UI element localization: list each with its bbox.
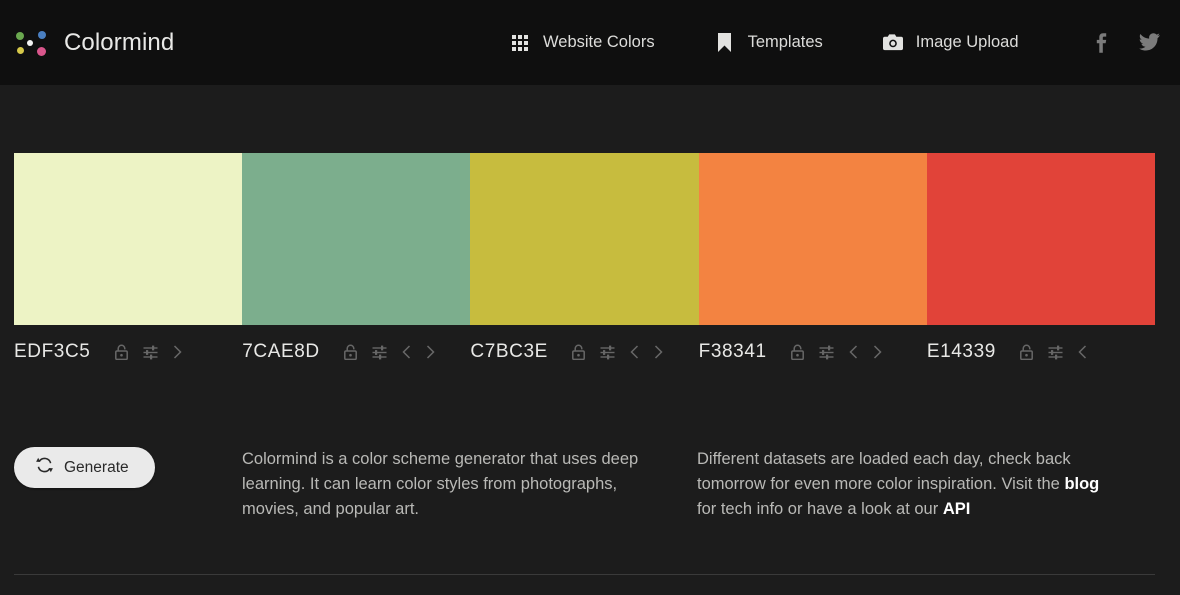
chevron-right-icon[interactable] [869,341,887,363]
logo-dot-blue [38,30,46,39]
footer-divider [14,574,1155,575]
chevron-left-icon[interactable] [1074,341,1092,363]
nav-item-label: Website Colors [543,33,655,51]
sliders-icon[interactable] [597,341,619,363]
brand-logo-link[interactable]: Colormind [14,28,174,58]
color-swatch[interactable] [242,153,471,325]
logo-dot-green [16,31,24,40]
logo-dot-pink [37,46,46,56]
info-row: Generate Colormind is a color scheme gen… [14,447,1155,522]
logo-dot-white [27,39,33,46]
site-header: Colormind Website Colors Templates Image… [0,0,1180,85]
blog-link[interactable]: blog [1064,475,1099,493]
datasets-column: Different datasets are loaded each day, … [697,447,1155,522]
logo-dot-yellow [17,46,24,54]
chevron-right-icon[interactable] [650,341,668,363]
unlocked-padlock-icon[interactable] [1016,341,1038,363]
unlocked-padlock-icon[interactable] [787,341,809,363]
nav-item-image-upload[interactable]: Image Upload [882,27,1019,59]
color-swatch[interactable] [926,153,1156,325]
sliders-icon[interactable] [139,341,161,363]
grid-icon [510,33,530,53]
hex-code-value[interactable]: E14339 [927,341,996,363]
chevron-right-icon[interactable] [422,341,440,363]
chevron-left-icon[interactable] [845,341,863,363]
generate-button[interactable]: Generate [14,447,155,488]
hex-code-value[interactable]: 7CAE8D [242,341,320,363]
sliders-icon[interactable] [369,341,391,363]
hex-code-value[interactable]: EDF3C5 [14,341,90,363]
color-swatch[interactable] [470,153,699,325]
swatch-control-group: EDF3C5 [14,339,242,365]
color-swatch-controls-row: EDF3C5 7CAE8D C7BC3E F38341 E14339 [14,339,1155,365]
camera-icon [882,33,903,53]
hex-code-value[interactable]: F38341 [699,341,767,363]
generate-column: Generate [14,447,242,522]
twitter-icon[interactable] [1138,32,1160,54]
nav-item-website-colors[interactable]: Website Colors [510,27,655,59]
unlocked-padlock-icon[interactable] [340,341,362,363]
datasets-text-part1: Different datasets are loaded each day, … [697,450,1071,493]
main-content: EDF3C5 7CAE8D C7BC3E F38341 E14339 Gener… [0,153,1180,522]
hex-code-value[interactable]: C7BC3E [470,341,548,363]
sliders-icon[interactable] [816,341,838,363]
nav-item-templates[interactable]: Templates [715,27,823,59]
about-paragraph: Colormind is a color scheme generator th… [242,450,639,518]
facebook-icon[interactable] [1090,32,1112,54]
brand-name: Colormind [64,28,175,56]
datasets-paragraph: Different datasets are loaded each day, … [697,447,1100,522]
colormind-dots-logo-icon [14,28,48,58]
chevron-right-icon[interactable] [168,341,186,363]
nav-item-label: Image Upload [915,33,1019,51]
generate-button-label: Generate [64,458,129,476]
api-link[interactable]: API [943,500,971,518]
about-column: Colormind is a color scheme generator th… [242,447,697,522]
swatch-control-group: F38341 [699,339,927,365]
color-swatch[interactable] [698,153,927,325]
chevron-left-icon[interactable] [626,341,644,363]
swatch-control-group: C7BC3E [470,339,698,365]
refresh-icon [36,457,53,478]
swatch-control-group: 7CAE8D [242,339,470,365]
nav-item-label: Templates [747,33,823,51]
social-links [1090,32,1160,54]
unlocked-padlock-icon[interactable] [110,341,132,363]
main-nav: Website Colors Templates Image Upload [510,27,1019,59]
color-swatch[interactable] [14,153,243,325]
unlocked-padlock-icon[interactable] [568,341,590,363]
color-palette [14,153,1156,325]
datasets-text-part2: for tech info or have a look at our [697,500,943,518]
swatch-control-group: E14339 [927,339,1155,365]
sliders-icon[interactable] [1045,341,1067,363]
chevron-left-icon[interactable] [398,341,416,363]
bookmark-icon [715,33,735,53]
